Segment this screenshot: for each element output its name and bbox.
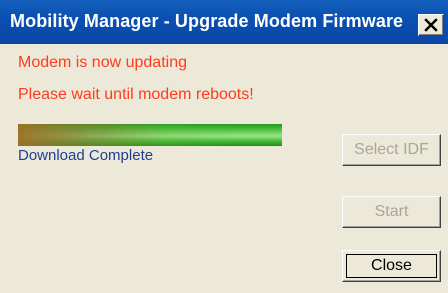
- download-status: Download Complete: [18, 147, 154, 164]
- start-button[interactable]: Start: [342, 196, 441, 228]
- start-label: Start: [374, 203, 409, 220]
- title-bar[interactable]: Mobility Manager - Upgrade Modem Firmwar…: [0, 0, 448, 44]
- progress-fill: [18, 124, 282, 146]
- upgrade-firmware-dialog: Mobility Manager - Upgrade Modem Firmwar…: [0, 0, 448, 293]
- window-title: Mobility Manager - Upgrade Modem Firmwar…: [10, 11, 404, 31]
- close-label: Close: [371, 257, 412, 274]
- window-close-button[interactable]: [418, 14, 444, 36]
- download-progress-bar: [18, 124, 282, 146]
- wait-message: Please wait until modem reboots!: [18, 86, 254, 103]
- select-idf-button[interactable]: Select IDF: [342, 134, 441, 166]
- close-x-icon: [424, 18, 438, 32]
- updating-message: Modem is now updating: [18, 54, 187, 71]
- select-idf-label: Select IDF: [354, 141, 429, 158]
- close-button[interactable]: Close: [342, 250, 441, 282]
